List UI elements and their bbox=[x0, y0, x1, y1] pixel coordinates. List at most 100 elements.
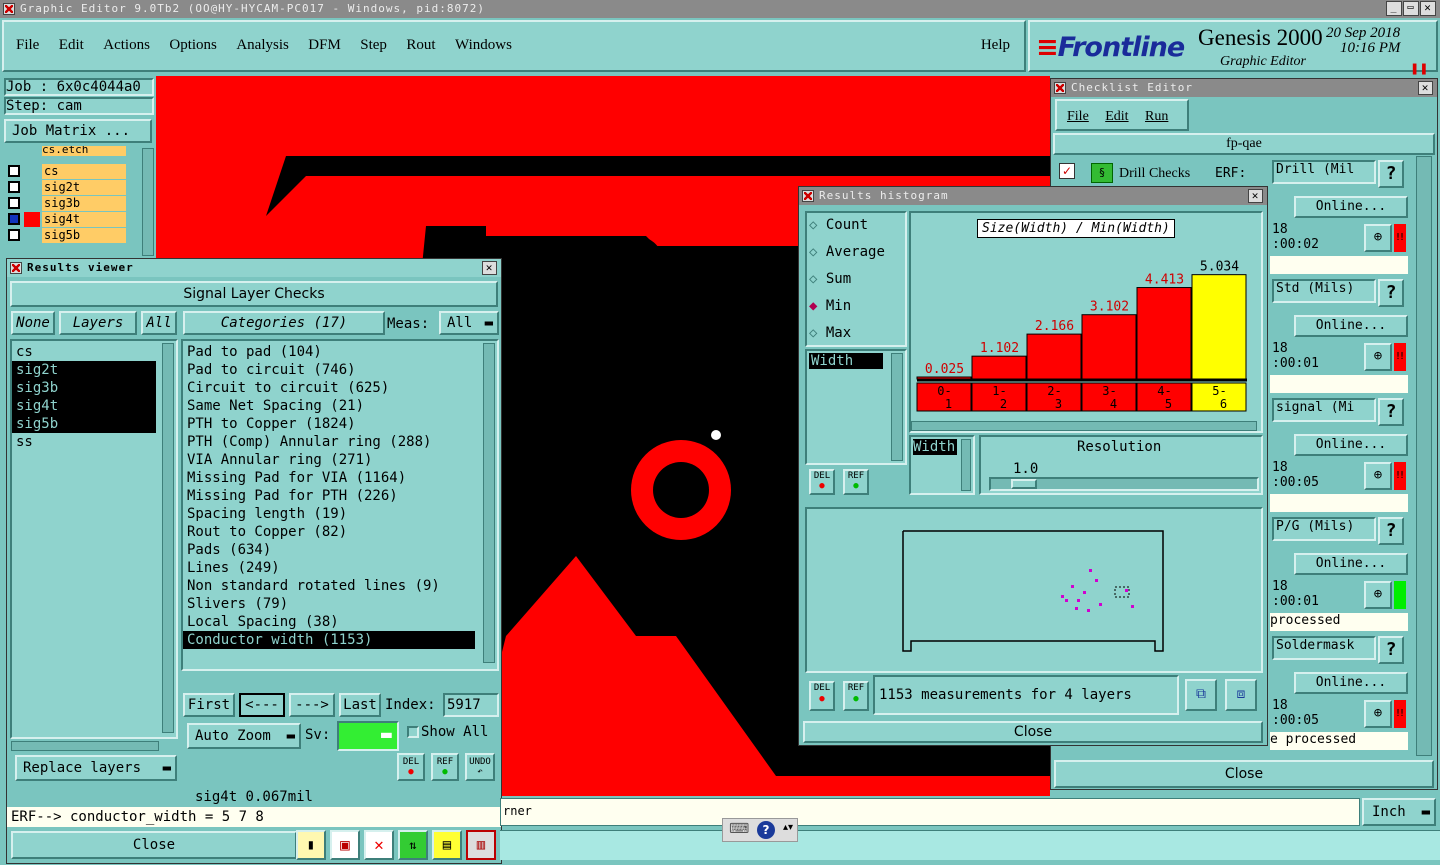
zoom-icon[interactable]: ⊕ bbox=[1364, 700, 1392, 728]
menu-arrow-icon[interactable]: ▴▾ bbox=[783, 822, 793, 833]
field-item[interactable]: Width bbox=[809, 353, 883, 369]
list-item[interactable]: Local Spacing (38) bbox=[183, 613, 497, 631]
histogram-bar[interactable] bbox=[1191, 274, 1247, 380]
list-item[interactable]: Pads (634) bbox=[183, 541, 497, 559]
option-sum[interactable]: ◇ Sum bbox=[809, 271, 851, 287]
undo-button[interactable]: UNDO ↶ bbox=[465, 753, 495, 781]
online-button[interactable]: Online... bbox=[1294, 196, 1408, 218]
job-matrix-button[interactable]: Job Matrix ... bbox=[4, 119, 152, 143]
check-mark-icon[interactable]: ✓ bbox=[1059, 163, 1075, 179]
hist-ref-button[interactable]: REF ● bbox=[843, 469, 869, 495]
option-max[interactable]: ◇ Max bbox=[809, 325, 851, 341]
close-button[interactable]: Close bbox=[11, 831, 297, 859]
first-button[interactable]: First bbox=[183, 693, 235, 717]
close-icon[interactable]: ✕ bbox=[1248, 189, 1263, 203]
layers-button[interactable]: Layers bbox=[59, 311, 137, 335]
import-icon[interactable]: ⧈ bbox=[1225, 679, 1257, 711]
layer-checkbox[interactable] bbox=[8, 197, 20, 209]
resolution-field[interactable]: Width bbox=[913, 439, 957, 455]
list-item[interactable]: Non standard rotated lines (9) bbox=[183, 577, 497, 595]
export-icon[interactable]: ⧉ bbox=[1185, 679, 1217, 711]
list-item[interactable]: sig3b bbox=[12, 379, 156, 397]
list-item[interactable]: VIA Annular ring (271) bbox=[183, 451, 497, 469]
close-icon[interactable]: ✕ bbox=[1420, 1, 1436, 16]
list-item[interactable]: Missing Pad for VIA (1164) bbox=[183, 469, 497, 487]
list-item[interactable]: PTH (Comp) Annular ring (288) bbox=[183, 433, 497, 451]
histogram-bar[interactable] bbox=[971, 355, 1027, 380]
keyboard-icon[interactable]: ⌨ bbox=[729, 821, 749, 837]
maximize-icon[interactable]: ▭ bbox=[1403, 1, 1419, 16]
list-item[interactable]: sig2t bbox=[12, 361, 156, 379]
option-min[interactable]: ◆ Min bbox=[809, 298, 851, 314]
categories-scrollbar[interactable] bbox=[483, 343, 495, 663]
sv-color-dropdown[interactable]: ▬ bbox=[337, 721, 399, 751]
online-button[interactable]: Online... bbox=[1294, 434, 1408, 456]
list-item[interactable]: Pad to circuit (746) bbox=[183, 361, 497, 379]
layer-results-hscrollbar[interactable] bbox=[11, 741, 159, 751]
histogram-close-button[interactable]: Close bbox=[803, 721, 1263, 743]
menu-help[interactable]: Help bbox=[981, 37, 1010, 54]
option-count[interactable]: ◇ Count bbox=[809, 217, 868, 233]
layer-tool-icon[interactable]: ▮ bbox=[296, 830, 326, 860]
resolution-slider[interactable] bbox=[989, 477, 1259, 491]
histogram-icon[interactable]: ▥ bbox=[466, 830, 496, 860]
layer-row[interactable]: sig4t bbox=[4, 212, 128, 227]
help-button[interactable]: ? bbox=[1378, 517, 1404, 545]
list-item[interactable]: sig5b bbox=[12, 415, 156, 433]
resolution-field-scrollbar[interactable] bbox=[961, 439, 971, 491]
menu-windows[interactable]: Windows bbox=[455, 37, 512, 54]
online-button[interactable]: Online... bbox=[1294, 672, 1408, 694]
menu-dfm[interactable]: DFM bbox=[308, 37, 341, 54]
list-item[interactable]: cs bbox=[12, 343, 156, 361]
help-button[interactable]: ? bbox=[1378, 636, 1404, 664]
delete-ref-icon[interactable]: ✕ bbox=[364, 830, 394, 860]
menu-step[interactable]: Step bbox=[360, 37, 387, 54]
menu-edit[interactable]: Edit bbox=[1105, 109, 1128, 125]
list-item[interactable]: sig4t bbox=[12, 397, 156, 415]
hist-del-button[interactable]: DEL ● bbox=[809, 469, 835, 495]
menu-rout[interactable]: Rout bbox=[406, 37, 435, 54]
list-item[interactable]: Pad to pad (104) bbox=[183, 343, 497, 361]
meas-dropdown[interactable]: All ▬ bbox=[439, 311, 499, 335]
checklist-close-button[interactable]: Close bbox=[1054, 760, 1434, 788]
layer-checkbox[interactable] bbox=[8, 181, 20, 193]
auto-zoom-dropdown[interactable]: Auto Zoom ▬ bbox=[187, 723, 301, 749]
layer-row[interactable]: sig2t bbox=[4, 180, 128, 195]
layer-row[interactable]: sig3b bbox=[4, 196, 128, 211]
online-button[interactable]: Online... bbox=[1294, 553, 1408, 575]
chart-hscrollbar[interactable] bbox=[911, 421, 1257, 431]
slider-thumb[interactable] bbox=[1011, 479, 1037, 489]
preview-del-button[interactable]: DEL ● bbox=[809, 681, 835, 711]
zoom-icon[interactable]: ⊕ bbox=[1364, 343, 1392, 371]
list-item[interactable]: Lines (249) bbox=[183, 559, 497, 577]
index-field[interactable] bbox=[443, 693, 499, 717]
layer-row[interactable]: cs bbox=[4, 164, 128, 179]
option-average[interactable]: ◇ Average bbox=[809, 244, 885, 260]
help-circle-icon[interactable]: ? bbox=[757, 821, 775, 839]
layer-checkbox[interactable] bbox=[8, 229, 20, 241]
units-dropdown[interactable]: Inch ▬ bbox=[1362, 798, 1436, 826]
layer-checkbox[interactable] bbox=[8, 213, 20, 225]
menu-options[interactable]: Options bbox=[169, 37, 217, 54]
online-button[interactable]: Online... bbox=[1294, 315, 1408, 337]
checklist-scrollbar[interactable] bbox=[1416, 156, 1432, 756]
histogram-bar[interactable] bbox=[1136, 287, 1192, 380]
zoom-icon[interactable]: ⊕ bbox=[1364, 462, 1392, 490]
close-icon[interactable]: ✕ bbox=[1418, 81, 1433, 95]
list-item[interactable]: ss bbox=[12, 433, 156, 451]
last-button[interactable]: Last bbox=[339, 693, 381, 717]
ref-button[interactable]: REF ● bbox=[431, 753, 459, 781]
close-icon[interactable]: ✕ bbox=[482, 261, 497, 275]
none-button[interactable]: None bbox=[11, 311, 55, 335]
menu-file[interactable]: File bbox=[1067, 109, 1089, 125]
layer-results-scrollbar[interactable] bbox=[162, 343, 174, 733]
categories-button[interactable]: Categories (17) bbox=[183, 311, 385, 335]
list-item[interactable]: Rout to Copper (82) bbox=[183, 523, 497, 541]
histogram-bar[interactable] bbox=[1081, 314, 1137, 380]
list-item[interactable]: Slivers (79) bbox=[183, 595, 497, 613]
prev-button[interactable]: <--- bbox=[239, 693, 285, 717]
histogram-bar[interactable] bbox=[1026, 333, 1082, 380]
help-button[interactable]: ? bbox=[1378, 279, 1404, 307]
list-item-selected[interactable]: Conductor width (1153) bbox=[183, 631, 475, 649]
list-item[interactable]: Missing Pad for PTH (226) bbox=[183, 487, 497, 505]
